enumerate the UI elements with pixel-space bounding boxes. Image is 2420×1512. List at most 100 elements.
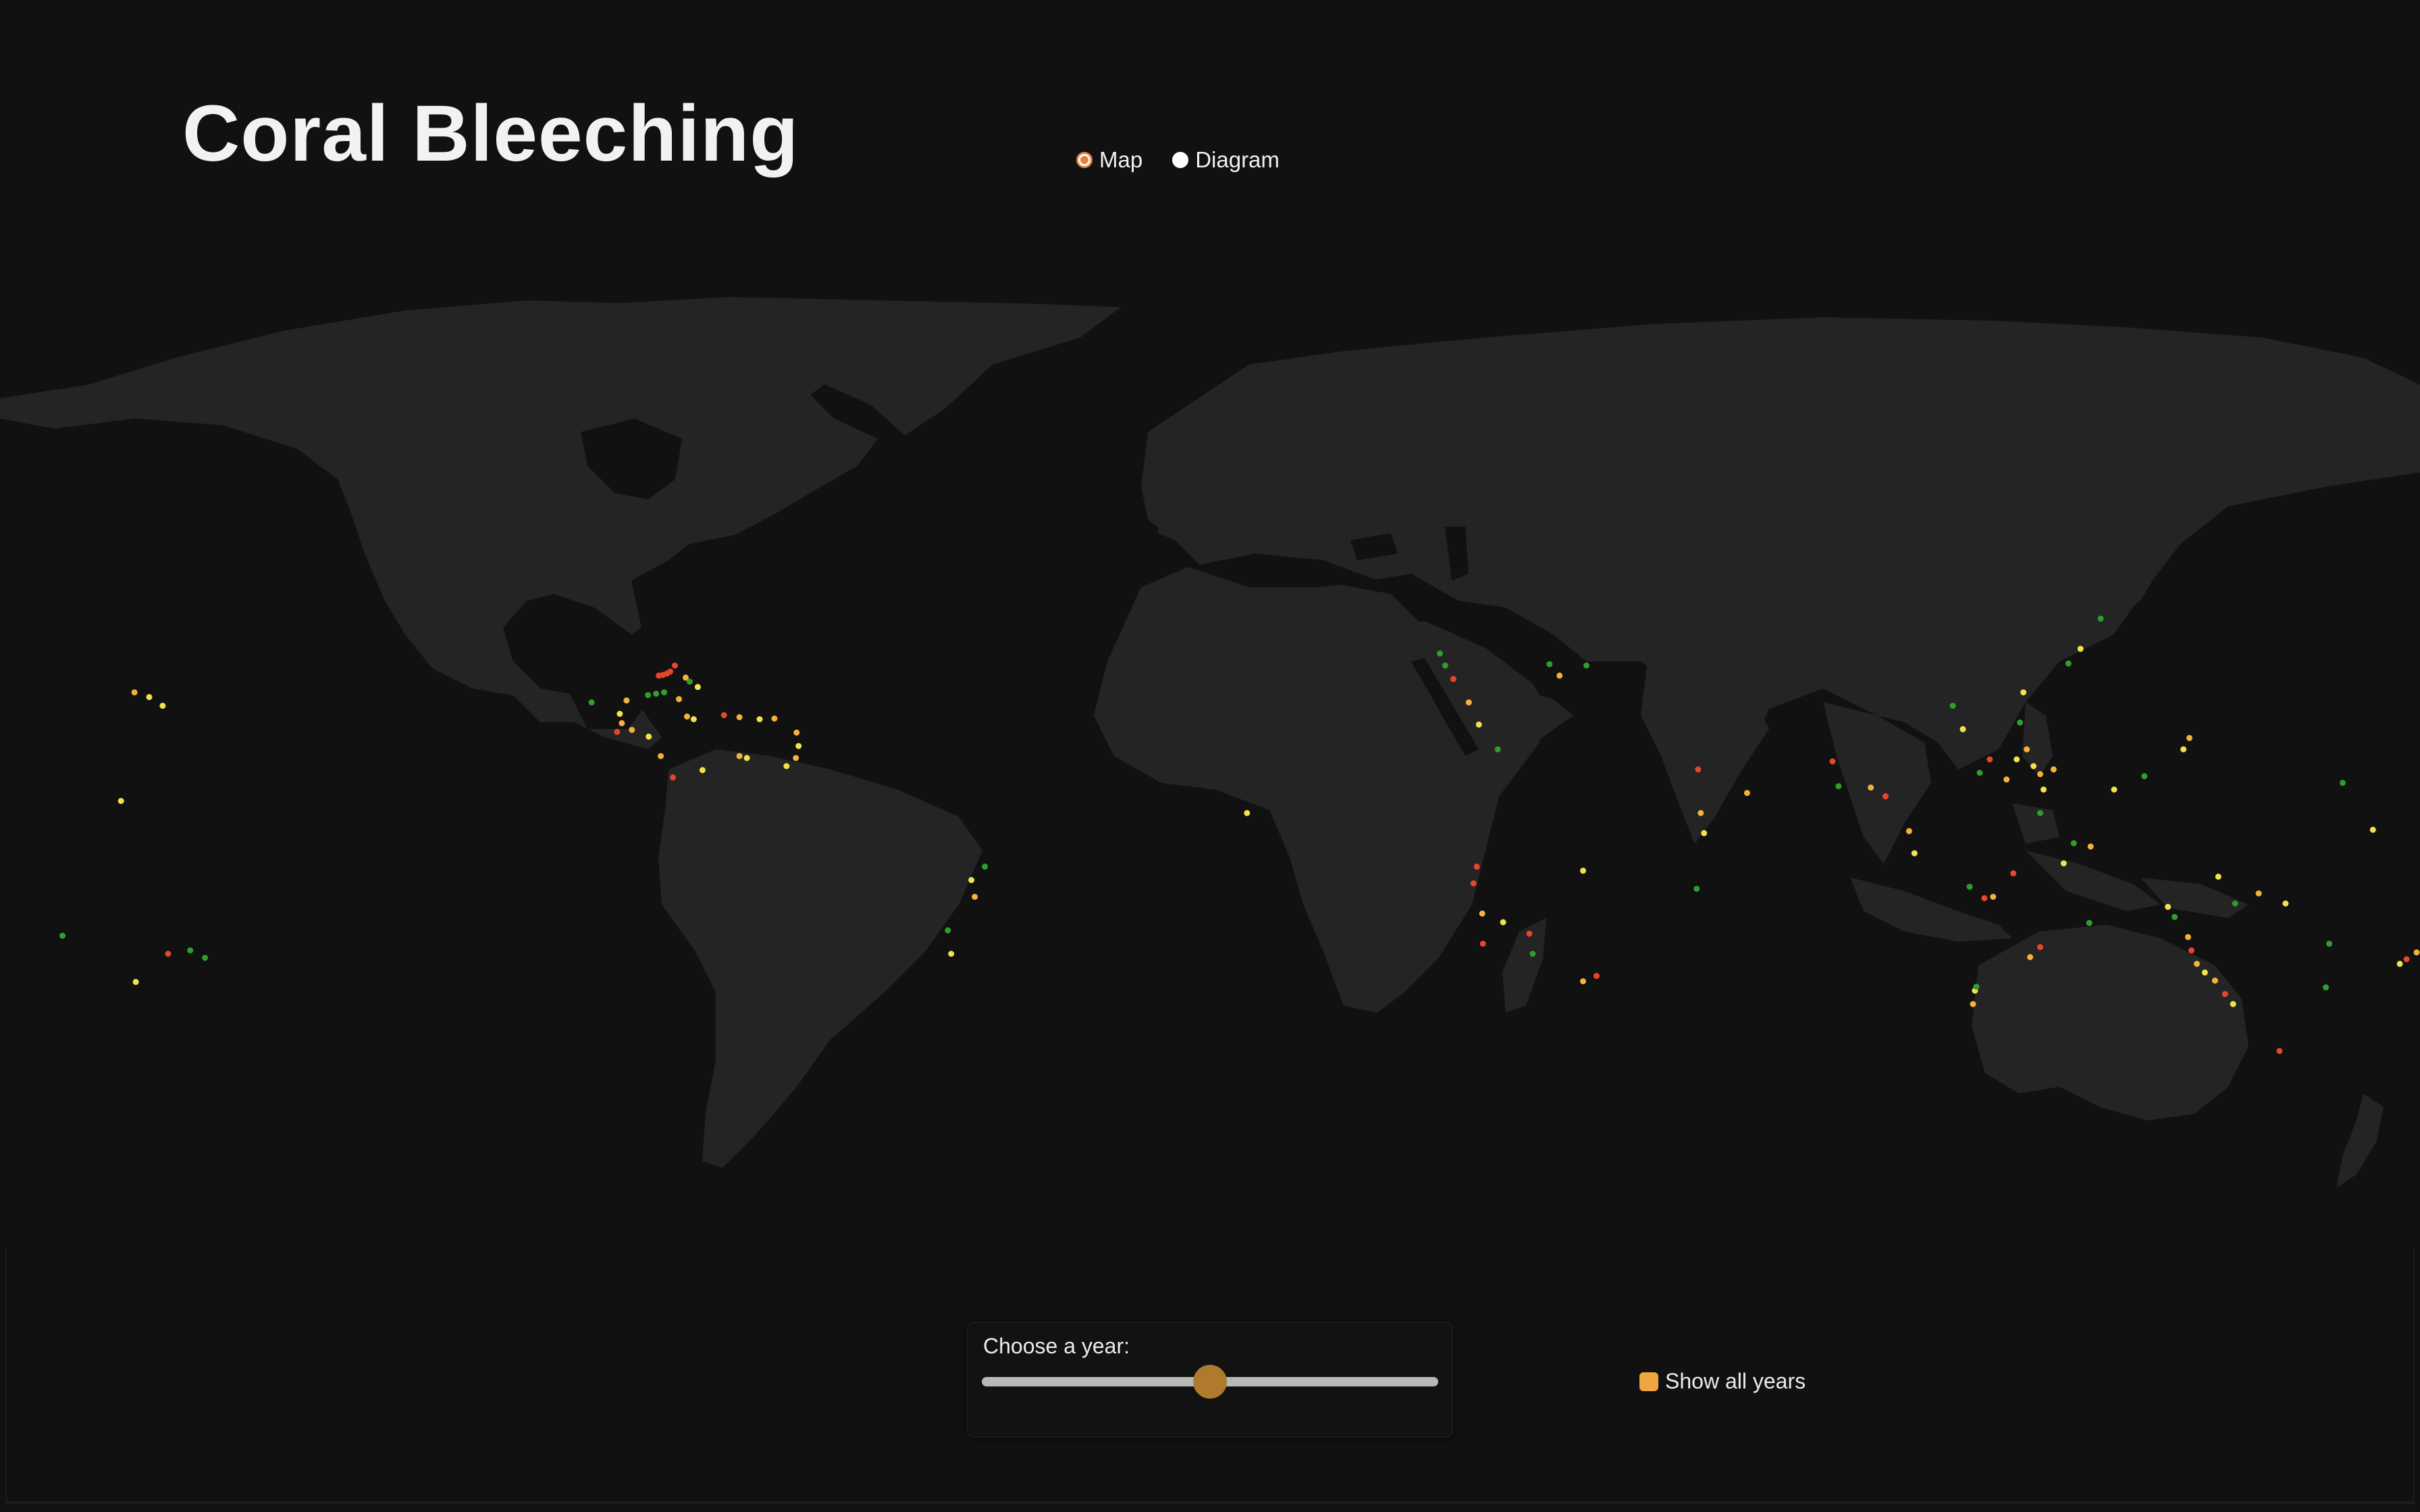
bleaching-site-121[interactable]: [2201, 969, 2208, 976]
bleaching-site-21[interactable]: [783, 763, 790, 770]
bleaching-site-88[interactable]: [2041, 786, 2047, 793]
bleaching-site-104[interactable]: [2065, 660, 2072, 667]
bleaching-site-25[interactable]: [670, 774, 677, 781]
bleaching-site-108[interactable]: [2232, 900, 2238, 907]
bleaching-site-114[interactable]: [2413, 949, 2420, 956]
bleaching-site-74[interactable]: [1835, 783, 1842, 790]
bleaching-site-48[interactable]: [1244, 810, 1251, 816]
bleaching-site-29[interactable]: [619, 720, 625, 726]
bleaching-site-113[interactable]: [2403, 956, 2410, 963]
bleaching-site-106[interactable]: [2097, 616, 2104, 622]
bleaching-site-7[interactable]: [694, 684, 701, 691]
bleaching-site-117[interactable]: [2340, 780, 2346, 786]
bleaching-site-56[interactable]: [1556, 672, 1563, 679]
bleaching-site-70[interactable]: [1695, 766, 1702, 773]
bleaching-site-9[interactable]: [653, 691, 660, 697]
bleaching-site-37[interactable]: [117, 798, 124, 805]
bleaching-site-50[interactable]: [1442, 662, 1448, 669]
bleaching-site-32[interactable]: [614, 728, 621, 735]
bleaching-site-51[interactable]: [1450, 676, 1456, 682]
bleaching-site-30[interactable]: [616, 711, 623, 717]
bleaching-site-69[interactable]: [1701, 830, 1708, 836]
bleaching-site-36[interactable]: [131, 689, 138, 696]
bleaching-site-61[interactable]: [1479, 940, 1486, 947]
radio-map-dot[interactable]: [1076, 152, 1093, 168]
bleaching-site-16[interactable]: [756, 716, 763, 722]
bleaching-site-55[interactable]: [1546, 661, 1553, 668]
bleaching-site-105[interactable]: [2077, 645, 2084, 652]
bleaching-site-42[interactable]: [59, 932, 66, 939]
bleaching-site-4[interactable]: [672, 662, 678, 669]
bleaching-site-44[interactable]: [968, 877, 975, 884]
bleaching-site-129[interactable]: [2027, 954, 2034, 961]
bleaching-site-119[interactable]: [2188, 947, 2194, 954]
bleaching-site-94[interactable]: [1981, 895, 1988, 902]
bleaching-site-3[interactable]: [656, 672, 662, 679]
bleaching-site-33[interactable]: [588, 699, 595, 706]
year-slider-thumb[interactable]: [1193, 1365, 1227, 1399]
bleaching-site-83[interactable]: [2003, 776, 2010, 783]
bleaching-site-14[interactable]: [720, 712, 727, 718]
bleaching-site-26[interactable]: [658, 753, 664, 759]
bleaching-site-110[interactable]: [2282, 900, 2289, 907]
bleaching-site-124[interactable]: [2230, 1001, 2236, 1007]
bleaching-site-64[interactable]: [1529, 950, 1536, 957]
bleaching-site-109[interactable]: [2255, 890, 2262, 897]
bleaching-site-120[interactable]: [2194, 961, 2200, 967]
bleaching-site-100[interactable]: [2111, 786, 2118, 793]
bleaching-site-27[interactable]: [646, 733, 652, 740]
bleaching-site-92[interactable]: [2037, 810, 2043, 816]
bleaching-site-86[interactable]: [2030, 763, 2037, 770]
bleaching-site-59[interactable]: [1470, 880, 1477, 887]
bleaching-site-77[interactable]: [1905, 828, 1912, 834]
bleaching-site-87[interactable]: [2037, 771, 2043, 778]
bleaching-site-53[interactable]: [1475, 721, 1482, 728]
bleaching-site-133[interactable]: [2276, 1048, 2283, 1054]
bleaching-site-19[interactable]: [795, 742, 802, 749]
bleaching-site-84[interactable]: [2014, 756, 2020, 763]
bleaching-site-76[interactable]: [1883, 793, 1889, 800]
bleaching-site-91[interactable]: [2020, 689, 2027, 696]
bleaching-site-8[interactable]: [661, 689, 668, 696]
bleaching-site-128[interactable]: [2037, 944, 2043, 950]
bleaching-site-116[interactable]: [2369, 826, 2376, 833]
bleaching-site-82[interactable]: [1987, 756, 1993, 763]
bleaching-site-62[interactable]: [1500, 919, 1506, 925]
bleaching-site-131[interactable]: [1970, 1001, 1976, 1007]
bleaching-site-71[interactable]: [1693, 886, 1700, 892]
bleaching-site-39[interactable]: [187, 947, 194, 954]
bleaching-site-54[interactable]: [1494, 746, 1501, 753]
bleaching-site-115[interactable]: [2396, 961, 2403, 967]
bleaching-site-99[interactable]: [2087, 843, 2094, 850]
bleaching-site-43[interactable]: [972, 894, 978, 900]
bleaching-site-78[interactable]: [1911, 850, 1918, 857]
bleaching-site-52[interactable]: [1465, 699, 1472, 706]
bleaching-site-15[interactable]: [736, 714, 743, 720]
bleaching-site-58[interactable]: [1473, 863, 1480, 870]
bleaching-site-67[interactable]: [1580, 978, 1586, 985]
bleaching-site-17[interactable]: [771, 716, 778, 722]
bleaching-site-97[interactable]: [2060, 860, 2067, 867]
bleaching-site-38[interactable]: [202, 954, 209, 961]
bleaching-site-89[interactable]: [2050, 766, 2057, 773]
year-slider-track[interactable]: [982, 1365, 1438, 1399]
bleaching-site-111[interactable]: [2326, 940, 2333, 947]
bleaching-site-49[interactable]: [1437, 650, 1443, 657]
bleaching-site-107[interactable]: [2215, 873, 2221, 880]
bleaching-site-132[interactable]: [1973, 983, 1980, 990]
bleaching-site-112[interactable]: [2323, 984, 2330, 991]
bleaching-site-98[interactable]: [2070, 840, 2077, 846]
bleaching-site-18[interactable]: [793, 729, 800, 736]
bleaching-site-96[interactable]: [1966, 884, 1973, 890]
bleaching-site-6[interactable]: [686, 678, 693, 685]
show-all-years-toggle[interactable]: Show all years: [1639, 1369, 1806, 1394]
bleaching-site-34[interactable]: [159, 703, 166, 709]
bleaching-site-65[interactable]: [1580, 867, 1586, 874]
bleaching-site-122[interactable]: [2211, 977, 2218, 984]
show-all-years-checkbox[interactable]: [1639, 1372, 1658, 1391]
bleaching-site-57[interactable]: [1583, 662, 1589, 669]
bleaching-site-22[interactable]: [743, 755, 750, 761]
bleaching-site-73[interactable]: [1829, 758, 1836, 765]
bleaching-site-35[interactable]: [146, 694, 153, 701]
bleaching-site-102[interactable]: [2180, 746, 2187, 753]
